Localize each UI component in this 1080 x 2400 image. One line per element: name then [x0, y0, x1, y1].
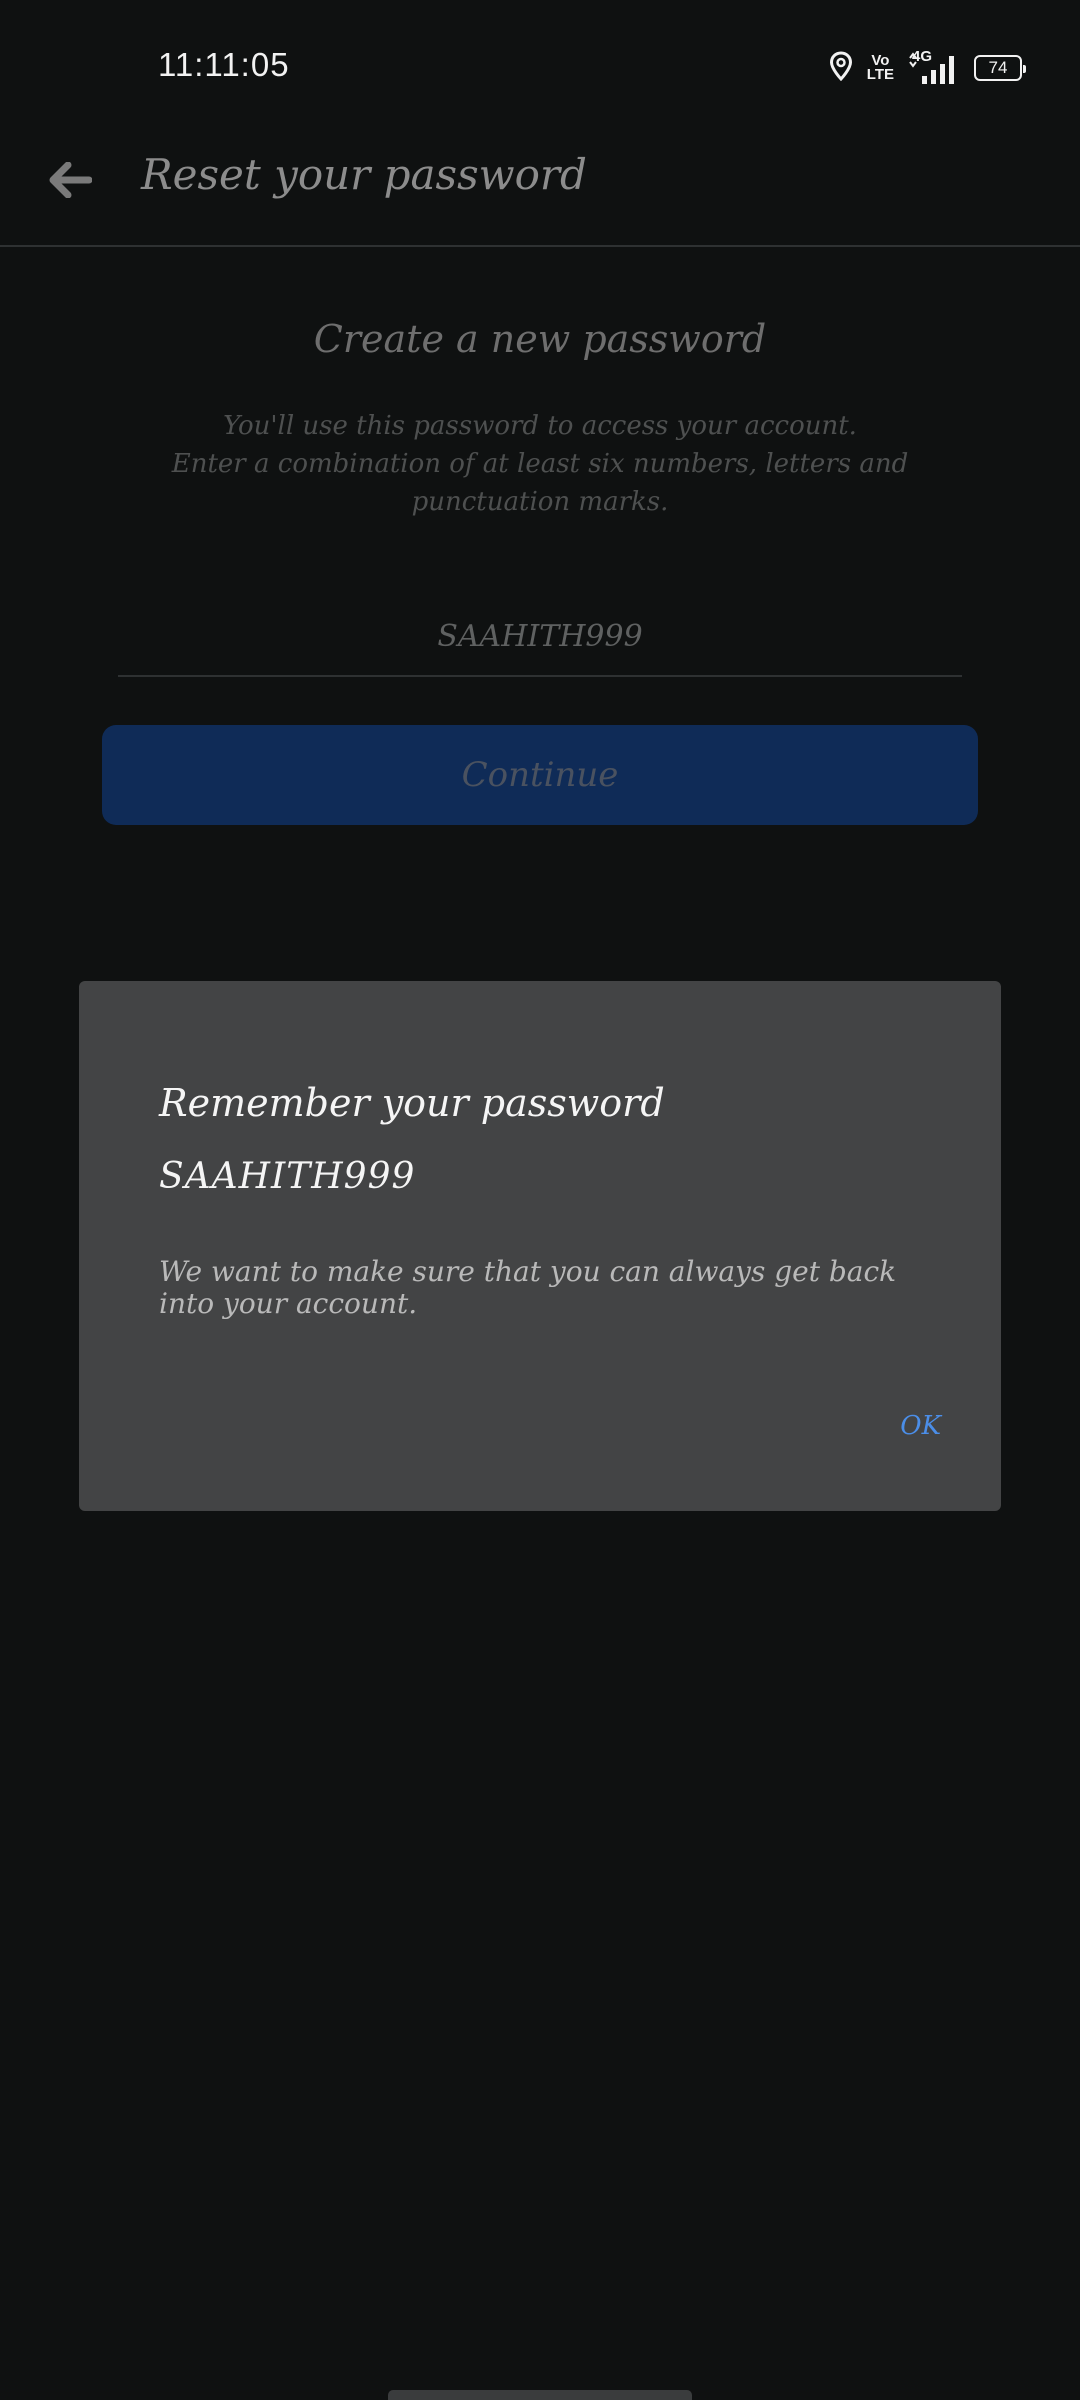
signal-icon: 4G — [908, 48, 960, 84]
status-time: 11:11:05 — [158, 46, 290, 83]
page-title: Reset your password — [141, 150, 587, 199]
back-button[interactable] — [40, 152, 100, 212]
battery-icon: 74 — [974, 55, 1026, 81]
arrow-left-icon — [48, 161, 93, 203]
dialog-title: Remember your password — [159, 1081, 665, 1125]
volte-bottom-label: LTE — [866, 66, 894, 83]
continue-button[interactable]: Continue — [102, 725, 978, 825]
form-instructions: You'll use this password to access your … — [110, 407, 970, 521]
status-icons: Vo LTE 4G 74 — [829, 48, 1026, 86]
battery-level: 74 — [988, 57, 1008, 77]
location-icon — [829, 50, 853, 86]
status-bar: 11:11:05 Vo LTE 4G 74 — [0, 0, 1080, 130]
new-password-input[interactable] — [118, 597, 962, 677]
instructions-line-2: Enter a combination of at least six numb… — [171, 449, 909, 517]
volte-icon: Vo LTE — [866, 53, 894, 83]
instructions-line-1: You'll use this password to access your … — [223, 411, 857, 441]
dialog-password: SAAHITH999 — [159, 1156, 416, 1197]
screen: 11:11:05 Vo LTE 4G 74 Reset your passwor… — [0, 0, 1080, 2400]
gesture-bar[interactable] — [388, 2390, 692, 2400]
ok-button[interactable]: OK — [896, 1401, 945, 1451]
dialog-message: We want to make sure that you can always… — [159, 1255, 897, 1320]
form-heading: Create a new password — [313, 317, 767, 361]
app-bar: Reset your password — [0, 130, 1080, 247]
remember-password-dialog: Remember your password SAAHITH999 We wan… — [79, 981, 1001, 1511]
